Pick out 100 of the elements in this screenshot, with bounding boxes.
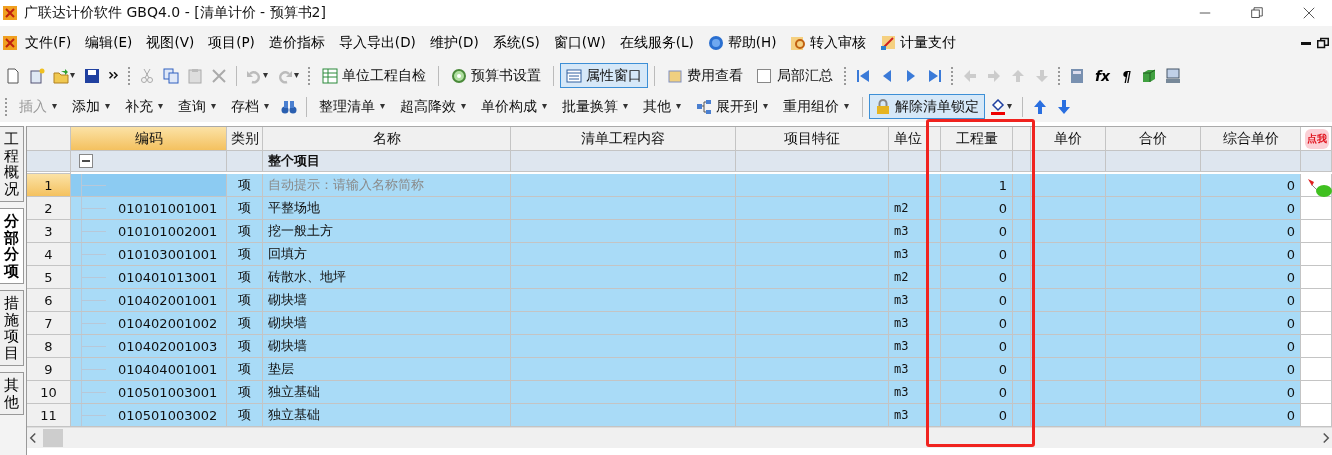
- toolbar-dropdown-button[interactable]: 存档: [225, 94, 276, 119]
- column-header[interactable]: 单位: [889, 127, 941, 151]
- app-logo-icon: [2, 5, 18, 21]
- toolbar-dropdown-button[interactable]: 展开到: [690, 94, 775, 119]
- table-cell: 独立基础: [263, 381, 511, 404]
- column-header[interactable]: 工程量: [941, 127, 1013, 151]
- table-cell: 项: [227, 174, 263, 197]
- caret-icon: [210, 104, 217, 109]
- document-logo-icon: [2, 35, 18, 51]
- column-header[interactable]: 清单工程内容: [511, 127, 736, 151]
- menu-item[interactable]: 计量支付: [873, 30, 964, 56]
- caret-icon: [51, 104, 58, 109]
- row-number: 3: [27, 220, 71, 243]
- symbol-button[interactable]: fx: [1090, 67, 1116, 84]
- column-header[interactable]: 合价: [1106, 127, 1201, 151]
- collapse-icon[interactable]: [79, 153, 93, 168]
- symbol-button[interactable]: ¶: [1117, 67, 1137, 84]
- toolbar-dropdown-button[interactable]: 重用组价: [777, 94, 856, 119]
- table-cell: 回填方: [263, 243, 511, 266]
- menu-item[interactable]: 窗口(W): [546, 30, 613, 56]
- caret-icon: [262, 73, 269, 78]
- table-cell: 0: [941, 197, 1013, 220]
- table-row[interactable]: 9 010404001001 项 垫层 m3 0 0: [27, 358, 1332, 381]
- toolbar-dropdown-button[interactable]: 补充: [119, 94, 170, 119]
- checkbox[interactable]: [757, 68, 771, 83]
- side-tab[interactable]: 分部分项: [0, 208, 24, 284]
- sticker-badge[interactable]: 点我: [1305, 129, 1329, 149]
- table-row[interactable]: 3 010101002001 项 挖一般土方 m3 0 0: [27, 220, 1332, 243]
- table-row[interactable]: 1 项 自动提示：请输入名称简称 1 0: [27, 174, 1332, 197]
- menu-item[interactable]: 维护(D): [422, 30, 486, 56]
- payment-icon: [880, 35, 897, 51]
- copy-button[interactable]: [160, 65, 182, 86]
- toolbar-button[interactable]: 属性窗口: [560, 63, 648, 88]
- table-cell: 0: [941, 266, 1013, 289]
- menu-item[interactable]: 项目(P): [201, 30, 262, 56]
- summary-checkbox[interactable]: 局部汇总: [751, 66, 839, 85]
- menu-item[interactable]: 文件(F): [18, 30, 79, 56]
- mdi-restore-button[interactable]: [1314, 35, 1332, 51]
- menu-item[interactable]: 视图(V): [139, 30, 202, 56]
- toolbar-dropdown-button[interactable]: 添加: [66, 94, 117, 119]
- table-row[interactable]: 5 010401013001 项 砖散水、地坪 m2 0 0: [27, 266, 1332, 289]
- menu-item[interactable]: 系统(S): [485, 30, 547, 56]
- toolbar-dropdown-button[interactable]: 批量换算: [556, 94, 635, 119]
- column-header[interactable]: 综合单价: [1201, 127, 1301, 151]
- table-cell: m3: [889, 220, 941, 243]
- toolbar-dropdown-button[interactable]: 查询: [172, 94, 223, 119]
- table-cell: 项: [227, 266, 263, 289]
- menu-item[interactable]: 造价指标: [261, 30, 332, 56]
- menu-item[interactable]: 编辑(E): [78, 30, 140, 56]
- column-header[interactable]: 名称: [263, 127, 511, 151]
- table-row[interactable]: 11 010501003002 项 独立基础 m3 0 0: [27, 404, 1332, 427]
- restore-icon: [1317, 37, 1329, 49]
- binoculars-icon: [281, 98, 297, 115]
- toolbar-button[interactable]: 单位工程自检: [316, 63, 432, 88]
- toolbar-dropdown-button[interactable]: 整理清单: [313, 94, 392, 119]
- menu-item[interactable]: 导入导出(D): [331, 30, 423, 56]
- close-icon: [1303, 7, 1315, 19]
- documents-icon: [29, 67, 45, 84]
- toolbar-dropdown-button[interactable]: 解除清单锁定: [869, 94, 985, 119]
- column-header[interactable]: 编码: [71, 127, 227, 151]
- document-icon: [5, 67, 21, 84]
- caret-icon: [157, 104, 164, 109]
- side-tab[interactable]: 措施项目: [0, 290, 24, 366]
- caret-icon: [69, 73, 76, 78]
- mdi-minimize-button[interactable]: [1298, 39, 1314, 47]
- row-number: 9: [27, 358, 71, 381]
- table-cell: 0: [941, 243, 1013, 266]
- menu-item[interactable]: 在线服务(L): [612, 30, 701, 56]
- side-tab[interactable]: 工程概况: [0, 126, 24, 202]
- toolbar-button[interactable]: 预算书设置: [445, 63, 547, 88]
- table-row[interactable]: 6 010402001001 项 砌块墙 m3 0 0: [27, 289, 1332, 312]
- help-icon: [707, 35, 724, 51]
- table-cell: 010101002001: [118, 223, 218, 239]
- spreadsheet-icon: [322, 67, 338, 84]
- table-cell: 独立基础: [263, 404, 511, 427]
- horizontal-scrollbar[interactable]: [27, 427, 1332, 448]
- table-row[interactable]: 7 010402001002 项 砌块墙 m3 0 0: [27, 312, 1332, 335]
- table-row[interactable]: 8 010402001003 项 砌块墙 m3 0 0: [27, 335, 1332, 358]
- chevrons-icon: [108, 69, 120, 82]
- table-cell: 0: [1201, 289, 1301, 312]
- scrollbar-thumb[interactable]: [43, 429, 63, 447]
- table-row[interactable]: 4 010103001001 项 回填方 m3 0 0: [27, 243, 1332, 266]
- column-header[interactable]: 单价: [1031, 127, 1106, 151]
- copy-icon: [163, 67, 179, 84]
- menu-item[interactable]: 转入审核: [783, 30, 874, 56]
- side-tab[interactable]: 其他: [0, 372, 24, 415]
- column-header[interactable]: 项目特征: [736, 127, 889, 151]
- toolbar-dropdown-button[interactable]: 单价构成: [475, 94, 554, 119]
- toolbar-button[interactable]: 费用查看: [661, 63, 749, 88]
- table-row[interactable]: 2 010101001001 项 平整场地 m2 0 0: [27, 197, 1332, 220]
- caret-icon: [379, 104, 386, 109]
- toolbar-dropdown-button[interactable]: 超高降效: [394, 94, 473, 119]
- caret-icon: [843, 104, 850, 109]
- toolbar-dropdown-button[interactable]: 其他: [637, 94, 688, 119]
- menu-item[interactable]: 帮助(H): [700, 30, 784, 56]
- hierarchy-icon: [696, 98, 712, 115]
- column-header[interactable]: 类别: [227, 127, 263, 151]
- skip-last-icon: [927, 67, 943, 84]
- table-cell: 整个项目: [263, 151, 511, 172]
- table-row[interactable]: 10 010501003001 项 独立基础 m3 0 0: [27, 381, 1332, 404]
